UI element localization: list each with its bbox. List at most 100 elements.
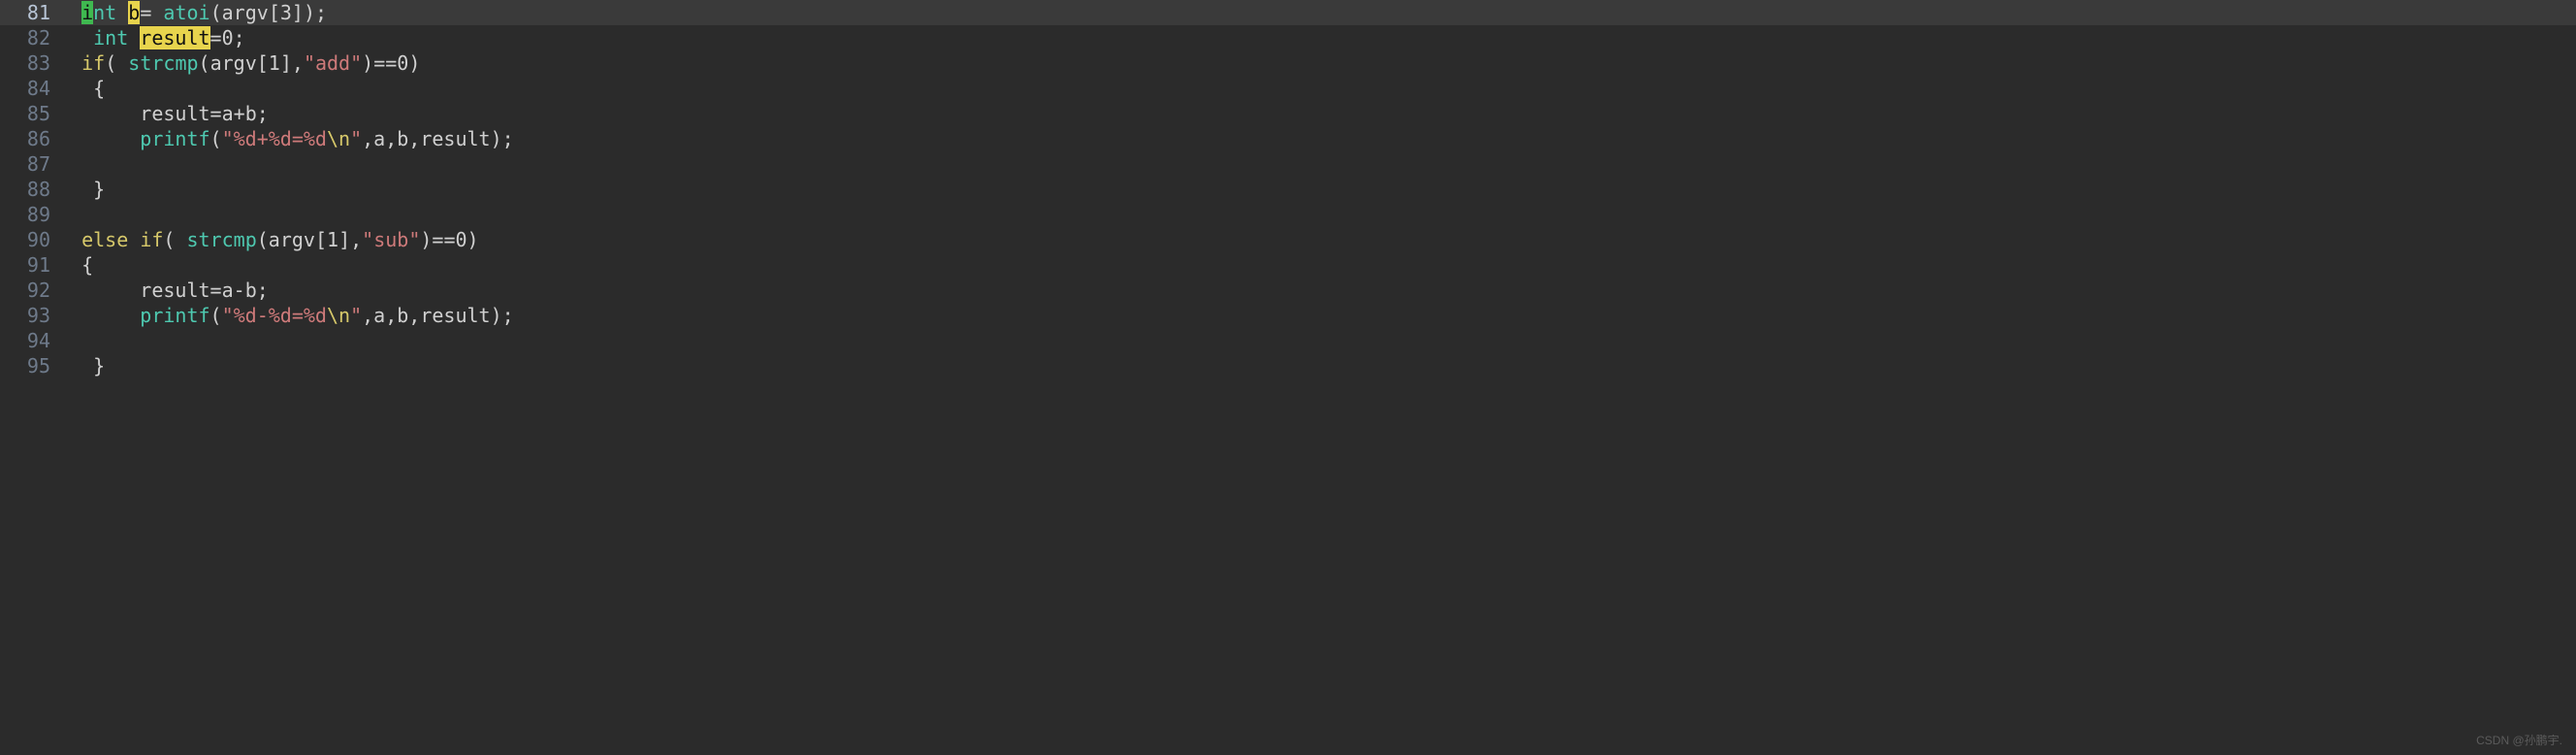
code-content[interactable]: { (58, 252, 93, 278)
token: ); (491, 127, 514, 150)
line-number: 88 (0, 177, 58, 202)
token (58, 228, 81, 251)
code-line[interactable]: 85 result=a+b; (0, 101, 2576, 126)
token: 0 (397, 51, 408, 75)
code-content[interactable]: int b= atoi(argv[3]); (58, 0, 327, 25)
token: a (373, 304, 385, 327)
line-number: 94 (0, 328, 58, 353)
token: a (222, 102, 234, 125)
token: ) (467, 228, 479, 251)
code-line[interactable]: 92 result=a-b; (0, 278, 2576, 303)
token: , (385, 127, 397, 150)
code-content[interactable]: { (58, 76, 105, 101)
code-content[interactable]: else if( strcmp(argv[1],"sub")==0) (58, 227, 479, 252)
code-content[interactable]: } (58, 177, 105, 202)
code-content[interactable]: int result=0; (58, 25, 245, 50)
token: ) (408, 51, 420, 75)
token: ( (257, 228, 269, 251)
token (128, 228, 140, 251)
line-number: 85 (0, 101, 58, 126)
token: 0 (456, 228, 467, 251)
token: "%d-%d=%d (222, 304, 327, 327)
token: = (140, 1, 163, 24)
token (58, 304, 140, 327)
code-line[interactable]: 81 int b= atoi(argv[3]); (0, 0, 2576, 25)
token: b (245, 279, 257, 302)
token: b (397, 304, 408, 327)
token: a (373, 127, 385, 150)
token (58, 51, 81, 75)
line-number: 93 (0, 303, 58, 328)
token: ; (234, 26, 245, 49)
token: "add" (304, 51, 362, 75)
token: b (128, 1, 140, 24)
token (58, 26, 93, 49)
code-line[interactable]: 87 (0, 151, 2576, 177)
token: = (210, 102, 222, 125)
token (58, 102, 140, 125)
token: ( (199, 51, 210, 75)
token: \n (327, 304, 350, 327)
token: if (81, 51, 105, 75)
code-line[interactable]: 89 (0, 202, 2576, 227)
token: } (58, 178, 105, 201)
token: printf (140, 127, 209, 150)
line-number: 91 (0, 252, 58, 278)
code-line[interactable]: 88 } (0, 177, 2576, 202)
token: a (222, 279, 234, 302)
token: result (140, 26, 209, 49)
code-line[interactable]: 94 (0, 328, 2576, 353)
line-number: 89 (0, 202, 58, 227)
token: + (234, 102, 245, 125)
code-content[interactable]: result=a+b; (58, 101, 269, 126)
code-content[interactable]: if( strcmp(argv[1],"add")==0) (58, 50, 420, 76)
code-line[interactable]: 90 else if( strcmp(argv[1],"sub")==0) (0, 227, 2576, 252)
token: b (245, 102, 257, 125)
line-number: 86 (0, 126, 58, 151)
token: result (140, 279, 209, 302)
code-content[interactable]: printf("%d-%d=%d\n",a,b,result); (58, 303, 514, 328)
token: ( (105, 51, 128, 75)
token: 0 (222, 26, 234, 49)
line-number: 84 (0, 76, 58, 101)
token: b (397, 127, 408, 150)
code-line[interactable]: 91 { (0, 252, 2576, 278)
token: if (140, 228, 163, 251)
code-line[interactable]: 86 printf("%d+%d=%d\n",a,b,result); (0, 126, 2576, 151)
code-content[interactable]: printf("%d+%d=%d\n",a,b,result); (58, 126, 514, 151)
line-number: 82 (0, 25, 58, 50)
line-number: 92 (0, 278, 58, 303)
token: )== (362, 51, 397, 75)
token: result (420, 304, 490, 327)
line-number: 87 (0, 151, 58, 177)
token: else (81, 228, 128, 251)
token: argv (222, 1, 269, 24)
token: strcmp (187, 228, 257, 251)
token: ); (491, 304, 514, 327)
token: i (81, 1, 93, 24)
code-content[interactable]: result=a-b; (58, 278, 269, 303)
token: ], (280, 51, 304, 75)
line-number: 83 (0, 50, 58, 76)
code-editor[interactable]: 81 int b= atoi(argv[3]);82 int result=0;… (0, 0, 2576, 378)
code-content[interactable]: } (58, 353, 105, 378)
token: , (362, 304, 373, 327)
token: " (350, 127, 362, 150)
token: 1 (269, 51, 280, 75)
code-line[interactable]: 95 } (0, 353, 2576, 378)
token: , (362, 127, 373, 150)
token: ( (210, 1, 222, 24)
token: \n (327, 127, 350, 150)
code-line[interactable]: 84 { (0, 76, 2576, 101)
line-number: 95 (0, 353, 58, 378)
code-line[interactable]: 82 int result=0; (0, 25, 2576, 50)
token (58, 1, 81, 24)
token: " (350, 304, 362, 327)
code-line[interactable]: 83 if( strcmp(argv[1],"add")==0) (0, 50, 2576, 76)
token: ; (257, 102, 269, 125)
token: )== (420, 228, 455, 251)
token (58, 279, 140, 302)
code-line[interactable]: 93 printf("%d-%d=%d\n",a,b,result); (0, 303, 2576, 328)
token: ]); (292, 1, 327, 24)
token (116, 1, 128, 24)
